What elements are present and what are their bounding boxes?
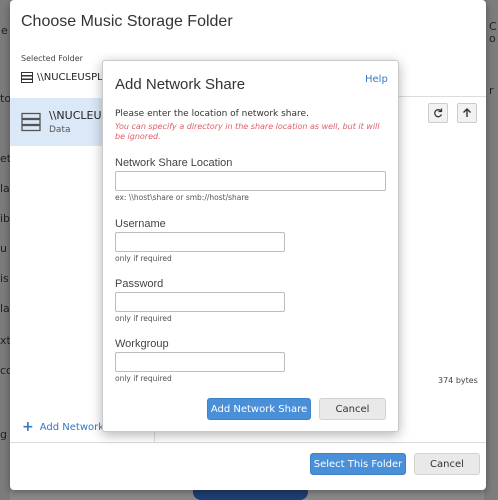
add-network-share-dialog: Add Network Share Help Please enter the … [102,60,399,432]
selected-folder-label: Selected Folder [21,54,83,63]
select-folder-button[interactable]: Select This Folder [310,453,406,475]
bg-fragment: g [0,428,7,441]
plus-icon: + [22,419,34,435]
tree-item-sublabel: Data [49,125,71,135]
add-network-share-button[interactable]: Add Network Share [207,398,311,420]
bg-fragment: r [489,84,494,97]
footer-divider [10,442,486,443]
arrow-up-icon [463,108,471,117]
server-icon [21,71,33,83]
tree-item-label: \\NUCLEUS [49,109,109,122]
bg-fragment: la [0,302,10,315]
password-note: only if required [115,314,172,323]
bg-fragment: ib [0,212,11,225]
workgroup-label: Workgroup [115,338,169,350]
intro-text: Please enter the location of network sha… [115,109,309,119]
cancel-button[interactable]: Cancel [414,453,480,475]
bg-fragment: is [0,272,9,285]
password-label: Password [115,278,164,290]
location-label: Network Share Location [115,157,233,169]
bg-fragment: o [489,32,496,45]
username-note: only if required [115,254,172,263]
hint-text: You can specify a directory in the share… [115,122,380,141]
bg-fragment: la [0,182,10,195]
cancel-button[interactable]: Cancel [319,398,386,420]
server-icon [21,112,41,132]
help-link[interactable]: Help [365,74,388,85]
parent-folder-button[interactable] [457,103,477,123]
refresh-button[interactable] [428,103,448,123]
location-example: ex: \\host\share or smb://host/share [115,193,249,202]
dialog-title: Choose Music Storage Folder [21,13,233,30]
workgroup-input[interactable] [115,352,285,372]
refresh-icon [434,108,443,118]
background-right-strip [484,0,498,500]
workgroup-note: only if required [115,374,172,383]
username-input[interactable] [115,232,285,252]
bg-fragment: u [0,242,7,255]
username-label: Username [115,218,166,230]
location-input[interactable] [115,171,386,191]
dialog-title: Add Network Share [115,76,246,93]
password-input[interactable] [115,292,285,312]
folder-size: 374 bytes [438,376,478,385]
bg-fragment: e [1,24,8,37]
